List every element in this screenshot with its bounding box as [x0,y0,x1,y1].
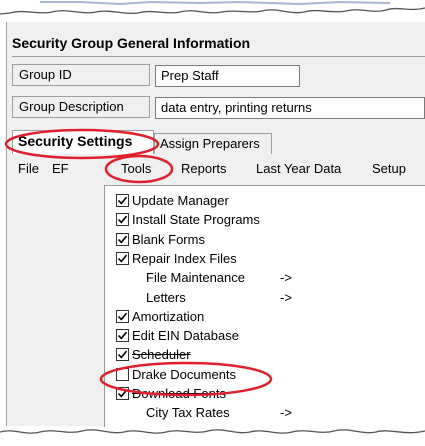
tab-assign-preparers[interactable]: Assign Preparers [154,133,272,154]
menu-item-amortization[interactable]: Amortization [116,307,204,326]
group-id-label: Group ID [12,64,150,86]
menu-item-drake-documents[interactable]: Drake Documents [116,365,236,384]
checkbox-download-fonts[interactable] [116,387,129,400]
menu-item-label: Letters [146,289,186,305]
checkbox-blank-forms[interactable] [116,232,129,246]
menu-tools[interactable]: Tools [121,161,151,176]
menu-item-label: Scheduler [132,347,191,363]
submenu-arrow-icon: -> [280,270,292,286]
menu-item-label: Install State Programs [132,212,260,228]
menu-item-letters[interactable]: Letters -> [116,288,292,307]
checkbox-repair-index-files[interactable] [116,251,129,265]
checkbox-drake-documents[interactable] [116,367,129,381]
menu-file[interactable]: File [18,161,39,176]
divider [12,56,425,57]
menu-bar: File EF Tools Reports Last Year Data Set… [6,158,425,180]
menu-item-city-tax-rates[interactable]: City Tax Rates -> [116,403,292,422]
menu-reports[interactable]: Reports [181,161,227,176]
menu-item-download-fonts[interactable]: Download Fonts [116,384,226,403]
menu-item-label: City Tax Rates [146,405,230,421]
menu-item-repair-index-files[interactable]: Repair Index Files [116,249,237,268]
menu-item-label: File Maintenance [146,270,245,286]
menu-ef[interactable]: EF [52,161,69,176]
menu-item-label: Amortization [132,308,205,324]
menu-setup[interactable]: Setup [372,161,406,176]
group-description-input[interactable]: data entry, printing returns [155,97,425,119]
section-title: Security Group General Information [12,35,251,51]
menu-item-update-manager[interactable]: Update Manager [116,191,229,210]
checkbox-update-manager[interactable] [116,194,129,207]
menu-item-label: Repair Index Files [132,250,237,266]
checkbox-amortization[interactable] [116,309,129,323]
menu-item-label: Drake Documents [132,366,237,382]
menu-item-label: Download Fonts [132,386,226,401]
submenu-arrow-icon: -> [280,289,292,305]
menu-last-year-data[interactable]: Last Year Data [256,161,341,176]
torn-edge-bottom [0,429,425,446]
submenu-arrow-icon: -> [280,405,292,421]
menu-item-scheduler[interactable]: Scheduler [116,345,191,364]
torn-edge-top [0,0,425,15]
menu-item-label: Update Manager [132,193,229,208]
menu-item-edit-ein-database[interactable]: Edit EIN Database [116,326,239,345]
group-description-label: Group Description [12,96,150,118]
menu-item-label: Blank Forms [132,231,205,247]
group-id-input[interactable]: Prep Staff [155,65,300,87]
menu-item-install-state-programs[interactable]: Install State Programs [116,210,260,229]
menu-item-file-maintenance[interactable]: File Maintenance -> [116,268,292,287]
checkbox-edit-ein-database[interactable] [116,329,129,343]
checkbox-scheduler[interactable] [116,348,129,362]
checkbox-install-state-programs[interactable] [116,213,129,227]
menu-item-label: Edit EIN Database [132,328,239,344]
tab-security-settings[interactable]: Security Settings [12,130,154,154]
menu-item-blank-forms[interactable]: Blank Forms [116,230,205,249]
